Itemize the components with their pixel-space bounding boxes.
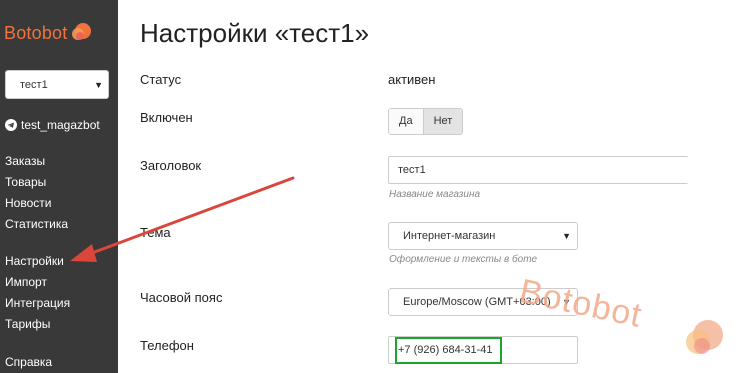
nav-item-tariffs[interactable]: Тарифы: [5, 314, 70, 335]
nav-item-news[interactable]: Новости: [5, 193, 68, 214]
nav-group-main: Заказы Товары Новости Статистика: [5, 151, 68, 235]
chevron-down-icon: ▼: [562, 231, 571, 241]
nav-item-statistics[interactable]: Статистика: [5, 214, 68, 235]
enabled-no-option[interactable]: Нет: [422, 109, 463, 134]
bot-select-value: тест1: [20, 78, 48, 91]
enabled-label: Включен: [140, 110, 193, 125]
telegram-icon: [5, 119, 17, 131]
header-label: Заголовок: [140, 158, 202, 173]
logo-text: Botobot: [4, 22, 68, 43]
nav-item-import[interactable]: Импорт: [5, 272, 70, 293]
theme-select[interactable]: Интернет-магазин ▼: [388, 222, 578, 250]
nav-group-help: Справка: [5, 352, 52, 373]
nav-item-integration[interactable]: Интеграция: [5, 293, 70, 314]
timezone-label: Часовой пояс: [140, 290, 223, 305]
theme-select-value: Интернет-магазин: [403, 230, 496, 242]
nav-item-help[interactable]: Справка: [5, 352, 52, 373]
watermark-logo-icon: [686, 320, 723, 354]
bot-name[interactable]: test_magazbot: [5, 118, 100, 132]
logo-icon: [72, 23, 92, 40]
nav-item-products[interactable]: Товары: [5, 172, 68, 193]
page-title: Настройки «тест1»: [140, 18, 370, 48]
enabled-yes-option[interactable]: Да: [389, 109, 423, 134]
phone-label: Телефон: [140, 338, 194, 353]
enabled-toggle: Да Нет: [388, 108, 464, 135]
logo[interactable]: Botobot: [4, 22, 92, 44]
header-input[interactable]: тест1: [388, 156, 688, 184]
watermark-text: Botobot: [516, 272, 646, 335]
sidebar: Botobot тест1 ▼ test_magazbot Заказы Тов…: [0, 0, 118, 373]
theme-hint: Оформление и тексты в боте: [389, 254, 538, 265]
header-hint: Название магазина: [389, 189, 481, 200]
nav-group-settings: Настройки Импорт Интеграция Тарифы: [5, 251, 70, 335]
status-value: активен: [388, 72, 436, 87]
bot-select[interactable]: тест1 ▼: [5, 70, 109, 99]
nav-item-settings[interactable]: Настройки: [5, 251, 70, 272]
chevron-down-icon: ▼: [94, 80, 103, 90]
phone-highlight-box: [395, 337, 502, 364]
status-label: Статус: [140, 72, 182, 87]
bot-name-label: test_magazbot: [21, 118, 100, 132]
nav-item-orders[interactable]: Заказы: [5, 151, 68, 172]
theme-label: Тема: [140, 225, 171, 240]
